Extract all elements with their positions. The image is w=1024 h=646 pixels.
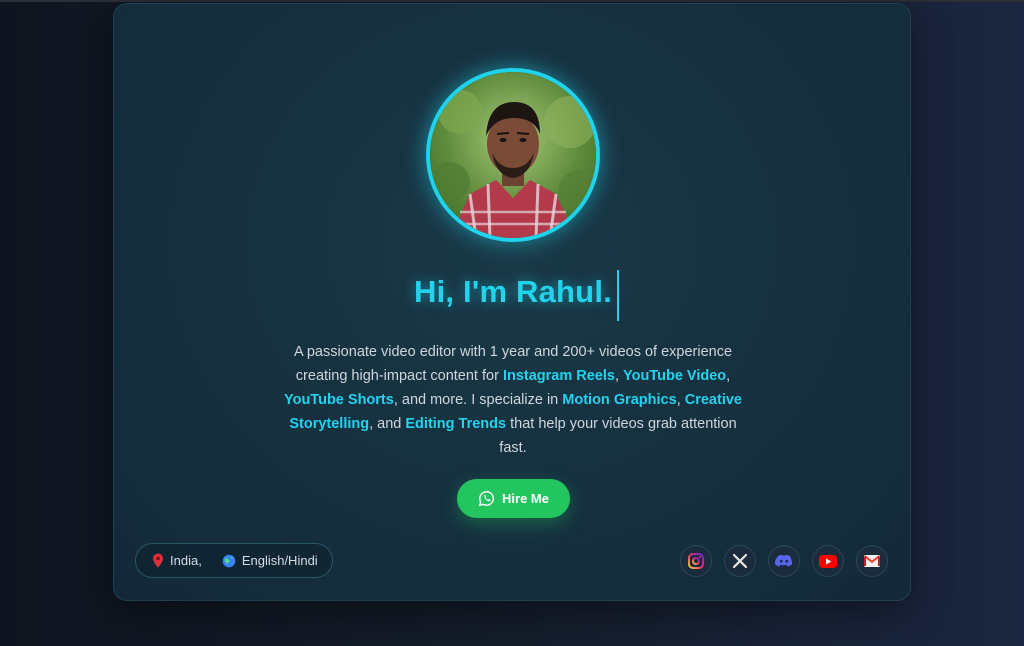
bio-text: , and: [369, 416, 406, 432]
discord-icon: [775, 554, 793, 567]
map-pin-icon: [153, 553, 163, 568]
instagram-link[interactable]: [680, 545, 712, 577]
bio-text: , and more. I specialize in: [393, 392, 563, 408]
bio-text: ,: [614, 368, 624, 384]
x-link[interactable]: [724, 545, 756, 577]
discord-link[interactable]: [768, 545, 800, 577]
location-country: India,: [170, 553, 202, 568]
skill-instagram-reels: Instagram Reels: [502, 368, 615, 384]
youtube-link[interactable]: [812, 545, 844, 577]
skill-motion-graphics: Motion Graphics: [562, 392, 677, 408]
bio-paragraph: A passionate video editor with 1 year an…: [283, 340, 743, 460]
profile-card: Hi, I'm Rahul. A passionate video editor…: [113, 3, 911, 601]
location-languages: English/Hindi: [241, 553, 318, 568]
whatsapp-icon: [478, 491, 495, 507]
x-icon: [733, 554, 747, 568]
instagram-icon: [688, 553, 704, 569]
avatar-photo: [430, 72, 596, 238]
skill-editing-trends: Editing Trends: [405, 416, 507, 432]
location-pill: India, English/Hindi: [135, 543, 333, 578]
globe-icon: [222, 554, 236, 567]
window-top-border: [0, 0, 1024, 2]
youtube-icon: [819, 554, 837, 568]
bio-text: ,: [676, 392, 685, 408]
typing-caret: [617, 270, 619, 321]
skill-youtube-video: YouTube Video: [623, 368, 727, 384]
hire-me-label: Hire Me: [502, 491, 549, 506]
avatar: [426, 68, 600, 242]
bio-text: ,: [726, 368, 731, 384]
page-title: Hi, I'm Rahul.: [414, 274, 612, 309]
bio-text: that help your videos grab attention fas…: [499, 416, 737, 456]
social-links: [680, 545, 888, 577]
gmail-link[interactable]: [856, 545, 888, 577]
hire-me-button[interactable]: Hire Me: [457, 479, 570, 518]
gmail-icon: [864, 555, 880, 567]
skill-youtube-shorts: YouTube Shorts: [284, 392, 394, 408]
